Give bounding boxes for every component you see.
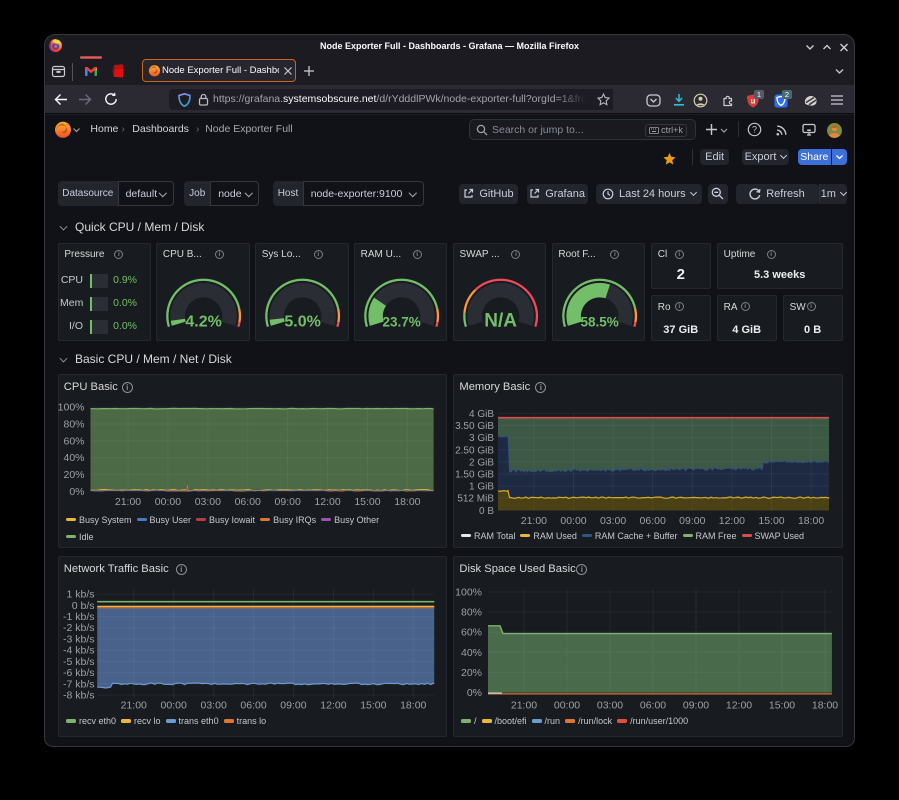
svg-text:00:00: 00:00 (154, 496, 180, 508)
svg-text:12:00: 12:00 (726, 700, 752, 712)
svg-text:20%: 20% (461, 667, 482, 679)
svg-text:09:00: 09:00 (683, 700, 709, 712)
svg-text:12:00: 12:00 (320, 700, 346, 712)
svg-text:-6 kb/s: -6 kb/s (63, 667, 95, 679)
svg-text:23.7%: 23.7% (383, 314, 421, 329)
svg-text:03:00: 03:00 (597, 700, 623, 712)
svg-text:18:00: 18:00 (798, 515, 824, 527)
svg-text:00:00: 00:00 (554, 700, 580, 712)
svg-text:60%: 60% (461, 627, 482, 639)
svg-text:21:00: 21:00 (521, 515, 547, 527)
svg-text:09:00: 09:00 (679, 515, 705, 527)
svg-text:100%: 100% (455, 587, 482, 599)
svg-text:03:00: 03:00 (200, 700, 226, 712)
svg-text:03:00: 03:00 (600, 515, 626, 527)
svg-text:06:00: 06:00 (640, 515, 666, 527)
svg-text:18:00: 18:00 (394, 496, 420, 508)
svg-text:80%: 80% (461, 607, 482, 619)
svg-text:0 b/s: 0 b/s (71, 600, 94, 612)
svg-text:06:00: 06:00 (640, 700, 666, 712)
svg-text:15:00: 15:00 (354, 496, 380, 508)
svg-text:2.50 GiB: 2.50 GiB (455, 445, 494, 456)
svg-text:80%: 80% (63, 419, 84, 431)
svg-text:12:00: 12:00 (314, 496, 340, 508)
svg-text:-7 kb/s: -7 kb/s (63, 678, 95, 690)
svg-text:12:00: 12:00 (719, 515, 745, 527)
svg-text:N/A: N/A (484, 310, 517, 331)
svg-text:09:00: 09:00 (274, 496, 300, 508)
svg-text:15:00: 15:00 (360, 700, 386, 712)
svg-text:0%: 0% (69, 486, 84, 498)
svg-text:0 B: 0 B (479, 506, 494, 517)
svg-text:18:00: 18:00 (400, 700, 426, 712)
svg-text:4.2%: 4.2% (186, 313, 222, 330)
svg-text:00:00: 00:00 (560, 515, 586, 527)
svg-text:15:00: 15:00 (758, 515, 784, 527)
svg-text:58.5%: 58.5% (580, 314, 618, 329)
svg-text:21:00: 21:00 (120, 700, 146, 712)
svg-text:40%: 40% (63, 452, 84, 464)
svg-text:-5 kb/s: -5 kb/s (63, 656, 95, 668)
svg-text:-4 kb/s: -4 kb/s (63, 645, 95, 657)
svg-text:18:00: 18:00 (812, 700, 838, 712)
svg-text:06:00: 06:00 (240, 700, 266, 712)
svg-text:40%: 40% (461, 647, 482, 659)
svg-text:-8 kb/s: -8 kb/s (63, 690, 95, 702)
svg-text:-2 kb/s: -2 kb/s (63, 622, 95, 634)
svg-text:2 GiB: 2 GiB (469, 457, 494, 468)
svg-text:3.50 GiB: 3.50 GiB (455, 421, 494, 432)
svg-text:?: ? (752, 125, 757, 135)
svg-text:1 GiB: 1 GiB (469, 482, 494, 493)
svg-text:4 GiB: 4 GiB (469, 409, 494, 420)
svg-text:00:00: 00:00 (160, 700, 186, 712)
svg-text:60%: 60% (63, 435, 84, 447)
svg-text:3 GiB: 3 GiB (469, 433, 494, 444)
svg-text:09:00: 09:00 (280, 700, 306, 712)
svg-text:-3 kb/s: -3 kb/s (63, 634, 95, 646)
svg-text:03:00: 03:00 (194, 496, 220, 508)
svg-text:21:00: 21:00 (114, 496, 140, 508)
svg-text:512 MiB: 512 MiB (457, 494, 494, 505)
svg-text:5.0%: 5.0% (285, 313, 321, 330)
svg-text:1 kb/s: 1 kb/s (66, 589, 94, 601)
svg-text:100%: 100% (58, 402, 85, 414)
svg-text:21:00: 21:00 (511, 700, 537, 712)
svg-text:06:00: 06:00 (234, 496, 260, 508)
svg-text:20%: 20% (63, 469, 84, 481)
svg-text:1.50 GiB: 1.50 GiB (455, 469, 494, 480)
svg-text:-1 kb/s: -1 kb/s (63, 611, 95, 623)
svg-text:0%: 0% (467, 687, 482, 699)
svg-text:15:00: 15:00 (769, 700, 795, 712)
